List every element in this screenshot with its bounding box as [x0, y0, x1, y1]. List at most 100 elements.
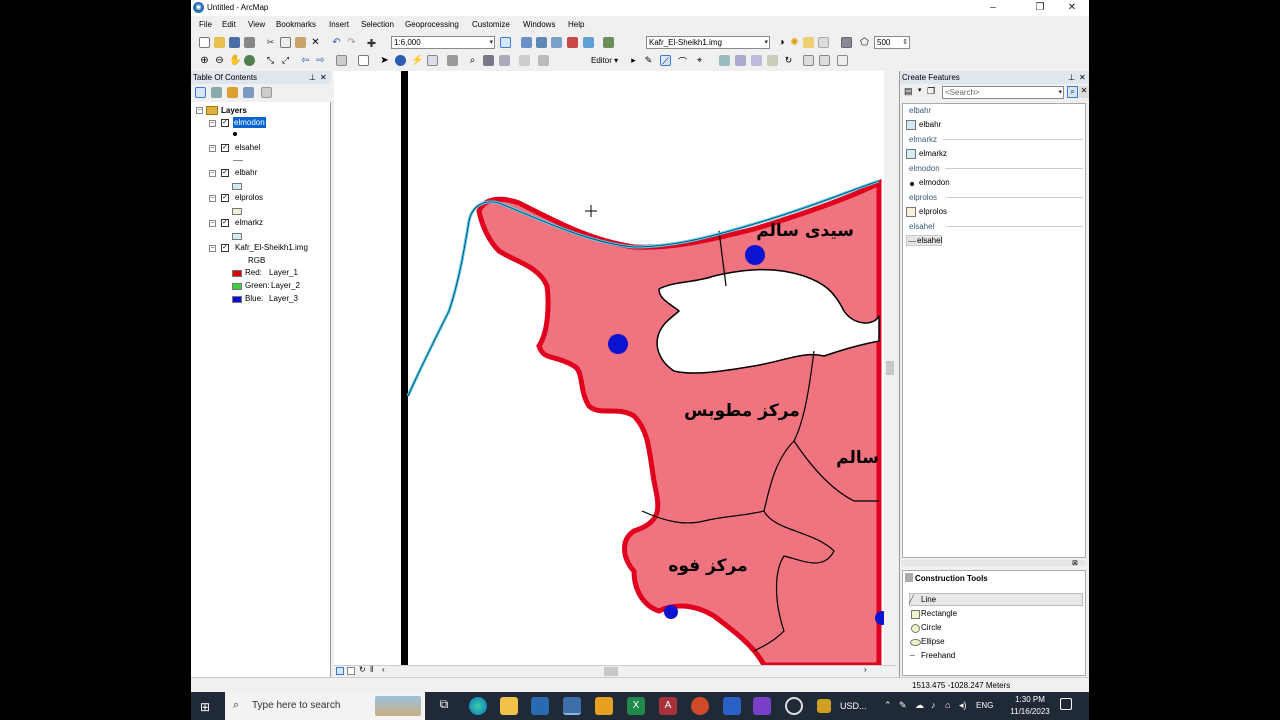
- pause-icon[interactable]: ‖: [370, 665, 373, 674]
- map-view[interactable]: سيدى سالم مركز مطوبس سالم مركز فوه: [334, 71, 896, 665]
- cut-polygons-icon[interactable]: [751, 55, 762, 66]
- template-item-selected[interactable]: elsahel: [917, 236, 942, 248]
- edit-annotation-icon[interactable]: ✎: [643, 55, 654, 66]
- layer-checkbox[interactable]: ✓: [221, 219, 229, 227]
- tool-rectangle[interactable]: Rectangle: [921, 607, 957, 620]
- contrast-icon[interactable]: ◑: [776, 37, 787, 48]
- pin-icon[interactable]: ⊥: [1068, 71, 1075, 84]
- microphone-app-icon[interactable]: [691, 697, 709, 715]
- city-point[interactable]: [608, 334, 628, 354]
- chevron-up-icon[interactable]: ⌃: [884, 700, 892, 711]
- menu-insert[interactable]: Insert: [329, 20, 349, 29]
- collapse-icon[interactable]: −: [209, 220, 216, 227]
- maximize-button[interactable]: ❐: [1024, 0, 1056, 16]
- edit-vertices-icon[interactable]: [719, 55, 730, 66]
- endpoint-arc-icon[interactable]: ⌒: [677, 55, 688, 67]
- map-canvas[interactable]: سيدى سالم مركز مطوبس سالم مركز فوه: [334, 71, 896, 665]
- network-icon[interactable]: ⌂: [945, 700, 950, 710]
- city-point[interactable]: [745, 245, 765, 265]
- reshape-icon[interactable]: [735, 55, 746, 66]
- hyperlink-icon[interactable]: ⚡: [411, 55, 423, 66]
- trace-icon[interactable]: ⌖: [694, 55, 705, 66]
- organize-templates-icon[interactable]: ▤: [904, 86, 916, 98]
- pan-icon[interactable]: ✋: [229, 55, 241, 66]
- refresh-icon[interactable]: ↻: [359, 665, 366, 674]
- model-builder-icon[interactable]: [603, 37, 614, 48]
- clear-selection-icon[interactable]: [358, 55, 369, 66]
- filter-icon[interactable]: ❐: [927, 86, 939, 98]
- toc-layer-elsahel[interactable]: elsahel: [235, 143, 260, 155]
- add-data-icon[interactable]: ✚: [366, 37, 377, 50]
- collapse-icon[interactable]: −: [209, 195, 216, 202]
- collapse-icon[interactable]: −: [209, 145, 216, 152]
- collapse-icon[interactable]: −: [209, 245, 216, 252]
- word-icon[interactable]: [723, 697, 741, 715]
- swipe-icon[interactable]: [803, 37, 814, 48]
- list-by-drawing-order-icon[interactable]: [195, 87, 206, 98]
- find-route-icon[interactable]: [483, 55, 494, 66]
- windows-start-icon[interactable]: ⊞: [200, 700, 210, 714]
- create-features-icon[interactable]: [837, 55, 848, 66]
- scroll-right-icon[interactable]: ›: [864, 665, 867, 674]
- city-point[interactable]: [664, 605, 678, 619]
- toc-layer-elprolos[interactable]: elprolos: [235, 193, 263, 205]
- go-to-xy-icon[interactable]: [499, 55, 510, 66]
- template-item[interactable]: elmodon: [919, 178, 950, 190]
- list-by-visibility-icon[interactable]: [227, 87, 238, 98]
- time-slider-icon[interactable]: [519, 55, 530, 66]
- scroll-thumb[interactable]: [886, 361, 894, 375]
- toc-options-icon[interactable]: [261, 87, 272, 98]
- splitter[interactable]: [902, 560, 1086, 566]
- open-icon[interactable]: [214, 37, 225, 48]
- template-item[interactable]: elprolos: [919, 207, 947, 219]
- menu-bookmarks[interactable]: Bookmarks: [276, 20, 316, 29]
- edit-tool-icon[interactable]: ▸: [628, 55, 639, 66]
- full-extent-icon[interactable]: [244, 55, 255, 66]
- file-explorer-icon[interactable]: [500, 697, 518, 715]
- scroll-thumb[interactable]: [604, 667, 618, 676]
- arctoolbox-icon[interactable]: [567, 37, 578, 48]
- minimize-button[interactable]: –: [977, 0, 1009, 16]
- search-icon[interactable]: ⌕: [1067, 86, 1078, 98]
- paste-icon[interactable]: [295, 37, 306, 48]
- straight-segment-icon[interactable]: ⟋: [660, 55, 671, 66]
- store-icon[interactable]: [531, 697, 549, 715]
- district-polygon[interactable]: [476, 178, 882, 665]
- tool-freehand[interactable]: Freehand: [921, 649, 955, 662]
- fixed-zoom-in-icon[interactable]: ⤡: [265, 55, 276, 66]
- mic-icon[interactable]: ♪: [931, 700, 936, 710]
- list-by-selection-icon[interactable]: [243, 87, 254, 98]
- zoom-level-icon[interactable]: ⬠: [859, 37, 870, 48]
- taskbar-search-box[interactable]: ⌕ Type here to search: [225, 692, 425, 720]
- onedrive-icon[interactable]: ☁: [915, 700, 924, 711]
- app-icon[interactable]: [595, 697, 613, 715]
- fixed-zoom-out-icon[interactable]: ⤢: [280, 55, 291, 66]
- template-item[interactable]: elmarkz: [919, 149, 947, 161]
- undo-icon[interactable]: ↶: [331, 37, 342, 48]
- select-features-icon[interactable]: [336, 55, 347, 66]
- close-icon[interactable]: ✕: [1079, 71, 1086, 84]
- attributes-icon[interactable]: [803, 55, 814, 66]
- brightness-icon[interactable]: ✺: [789, 37, 800, 48]
- viewer-window-icon[interactable]: [538, 55, 549, 66]
- chevron-down-icon[interactable]: ▾: [918, 86, 922, 94]
- meet-now-icon[interactable]: ✎: [899, 700, 907, 711]
- toc-layer-elmodon[interactable]: elmodon: [233, 117, 266, 128]
- python-window-icon[interactable]: [583, 37, 594, 48]
- print-icon[interactable]: [244, 37, 255, 48]
- copy-icon[interactable]: [280, 37, 291, 48]
- clock-time[interactable]: 1:30 PM: [1008, 695, 1052, 704]
- notifications-icon[interactable]: [1060, 698, 1072, 710]
- list-by-source-icon[interactable]: [211, 87, 222, 98]
- layout-view-icon[interactable]: [347, 667, 355, 675]
- app-icon[interactable]: [785, 697, 803, 715]
- menu-help[interactable]: Help: [568, 20, 584, 29]
- html-popup-icon[interactable]: [427, 55, 438, 66]
- scale-combo[interactable]: 1:6,000 ▾: [391, 36, 495, 49]
- toc-layer-raster[interactable]: Kafr_El-Sheikh1.img: [235, 243, 308, 255]
- redo-icon[interactable]: ↷: [346, 37, 357, 48]
- layer-checkbox[interactable]: ✓: [221, 169, 229, 177]
- layer-checkbox[interactable]: ✓: [221, 244, 229, 252]
- clock-date[interactable]: 11/16/2023: [1008, 707, 1052, 716]
- close-icon[interactable]: ✕: [320, 71, 327, 84]
